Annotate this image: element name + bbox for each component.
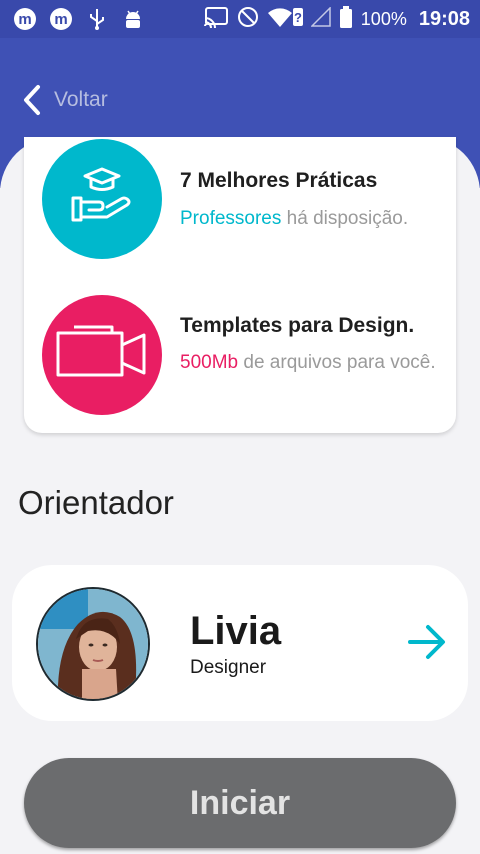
section-title: Orientador bbox=[18, 484, 174, 521]
usb-icon bbox=[84, 6, 110, 32]
status-bar: m m ? 100% 19:08 bbox=[0, 0, 480, 38]
feature-highlight: 500Mb bbox=[180, 352, 239, 373]
clock: 19:08 bbox=[418, 8, 470, 30]
start-button[interactable]: Iniciar bbox=[24, 758, 456, 848]
mentor-role: Designer bbox=[190, 657, 267, 678]
back-button[interactable]: Voltar bbox=[22, 84, 108, 116]
feature-description: Professores há disposição. bbox=[180, 207, 450, 230]
feature-title: 7 Melhores Práticas bbox=[180, 169, 378, 192]
graduation-hand-icon bbox=[67, 162, 137, 237]
svg-text:?: ? bbox=[294, 10, 302, 25]
avatar bbox=[36, 587, 150, 701]
m-app-icon: m bbox=[12, 6, 38, 32]
feature-rest: de arquivos para você. bbox=[238, 352, 436, 373]
cast-icon bbox=[203, 6, 229, 33]
battery-level: 100% bbox=[360, 9, 407, 29]
signal-icon bbox=[309, 6, 331, 32]
feature-icon-circle bbox=[42, 295, 162, 415]
features-card: 7 Melhores Práticas Professores há dispo… bbox=[24, 137, 456, 433]
mentor-name: Livia bbox=[190, 609, 282, 653]
feature-rest: há disposição. bbox=[281, 208, 409, 229]
svg-text:m: m bbox=[18, 11, 31, 28]
feature-highlight: Professores bbox=[180, 208, 282, 229]
android-icon bbox=[120, 6, 146, 32]
arrow-right-icon[interactable] bbox=[406, 621, 448, 668]
m-app-icon: m bbox=[48, 6, 74, 32]
svg-text:m: m bbox=[54, 11, 67, 28]
feature-description: 500Mb de arquivos para você. bbox=[180, 351, 450, 374]
mentor-card[interactable]: Livia Designer bbox=[12, 565, 468, 721]
video-camera-icon bbox=[54, 323, 150, 388]
back-label: Voltar bbox=[54, 88, 108, 111]
feature-icon-circle bbox=[42, 139, 162, 259]
chevron-left-icon bbox=[22, 84, 42, 116]
wifi-question-icon: ? bbox=[267, 6, 303, 33]
battery-icon bbox=[339, 6, 353, 33]
feature-title: Templates para Design. bbox=[180, 314, 415, 337]
do-not-disturb-icon bbox=[237, 6, 259, 33]
